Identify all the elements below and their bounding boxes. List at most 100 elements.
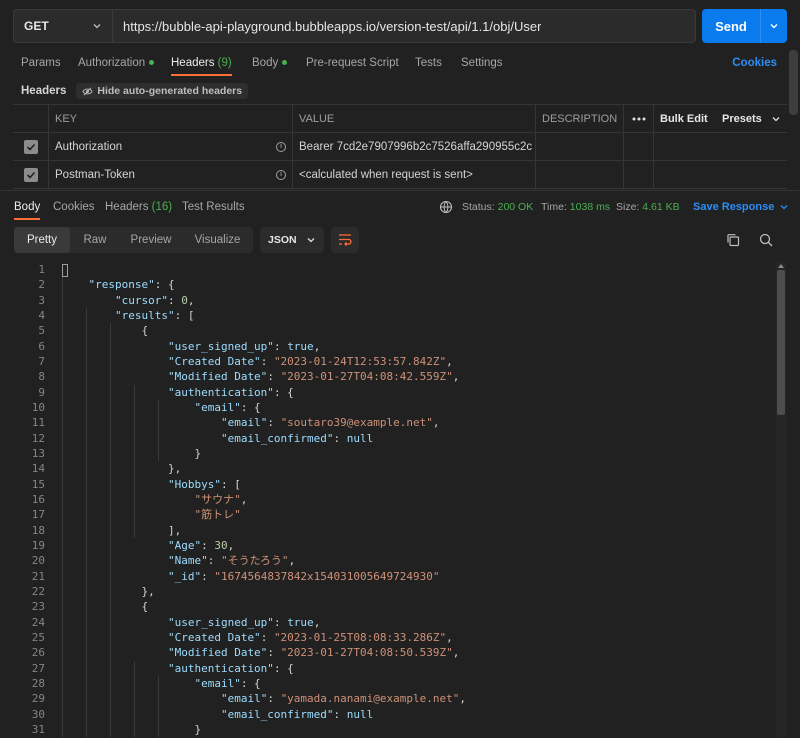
- code-token: ],: [62, 523, 182, 537]
- tab-response-cookies[interactable]: Cookies: [53, 196, 95, 218]
- header-description-cell[interactable]: [536, 133, 624, 160]
- code-token: ,: [227, 538, 235, 552]
- more-options-button[interactable]: [624, 105, 654, 132]
- word-wrap-button[interactable]: [331, 227, 359, 253]
- code-line: 5 {: [0, 323, 775, 338]
- code-token: "user_signed_up": [167, 339, 274, 353]
- scrollbar-thumb[interactable]: [777, 270, 785, 415]
- code-text: {: [45, 599, 148, 614]
- chevron-down-icon: [772, 116, 780, 121]
- size-readout[interactable]: Size: 4.61 KB: [616, 196, 680, 218]
- info-icon[interactable]: i: [276, 169, 286, 180]
- header-key-cell[interactable]: Postman-Token i: [49, 161, 293, 188]
- code-line: 22 },: [0, 584, 775, 599]
- presets-dropdown[interactable]: Presets: [716, 105, 787, 132]
- globe-icon[interactable]: [439, 200, 453, 214]
- headers-subheader: Headers Hide auto-generated headers: [21, 82, 249, 100]
- indent-guide: [86, 307, 87, 738]
- tab-test-results[interactable]: Test Results: [182, 196, 245, 218]
- tab-response-headers[interactable]: Headers (16): [105, 196, 172, 218]
- chevron-down-icon: [307, 238, 315, 243]
- editor-scrollbar[interactable]: [776, 262, 786, 738]
- view-preview-button[interactable]: Preview: [120, 227, 182, 253]
- tab-settings[interactable]: Settings: [461, 50, 503, 76]
- tab-tests[interactable]: Tests: [415, 50, 442, 76]
- code-text: "authentication": {: [45, 385, 294, 400]
- code-text: "results": [: [45, 308, 194, 323]
- bulk-edit-button[interactable]: Bulk Edit: [654, 105, 716, 132]
- view-visualize-button[interactable]: Visualize: [182, 227, 253, 253]
- line-number: 19: [31, 538, 45, 552]
- panel-scrollbar[interactable]: [789, 50, 798, 115]
- size-label: Size:: [616, 201, 640, 213]
- method-select[interactable]: GET: [14, 10, 113, 42]
- view-pretty-button[interactable]: Pretty: [14, 227, 70, 253]
- tab-response-body[interactable]: Body: [14, 196, 41, 220]
- indent-guide: [62, 277, 63, 738]
- hide-auto-headers-button[interactable]: Hide auto-generated headers: [76, 83, 249, 99]
- scroll-up-icon[interactable]: [778, 264, 784, 268]
- tab-pre-request-script[interactable]: Pre-request Script: [306, 50, 399, 76]
- header-value-cell[interactable]: Bearer 7cd2e7907996b2c7526affa290955c2c: [293, 133, 536, 160]
- code-token: null: [346, 707, 374, 721]
- indent-guide: [158, 675, 159, 738]
- status-dot-icon: [149, 60, 155, 66]
- code-text: "サウナ",: [45, 492, 247, 507]
- code-token: "Modified Date": [167, 646, 268, 660]
- header-key-cell[interactable]: Authorization i: [49, 133, 293, 160]
- response-tabs: Body Cookies Headers (16) Test Results S…: [0, 196, 800, 220]
- code-line: 9 "authentication": {: [0, 385, 775, 400]
- cookies-link[interactable]: Cookies: [732, 50, 777, 76]
- code-token: :: [273, 339, 288, 353]
- status-readout[interactable]: Status: 200 OK: [462, 196, 533, 218]
- copy-icon[interactable]: [726, 233, 740, 247]
- header-description-cell[interactable]: [536, 161, 624, 188]
- code-token: :: [260, 354, 274, 368]
- tab-label: Tests: [415, 57, 442, 69]
- code-line: 2 "response": {: [0, 277, 775, 292]
- line-number: 28: [31, 676, 45, 690]
- time-readout[interactable]: Time: 1038 ms: [541, 196, 610, 218]
- code-line: 27 "authentication": {: [0, 661, 775, 676]
- panel-divider[interactable]: [0, 190, 800, 191]
- tab-params[interactable]: Params: [21, 50, 61, 76]
- tab-authorization[interactable]: Authorization: [78, 50, 155, 76]
- tab-headers[interactable]: Headers (9): [171, 50, 232, 76]
- code-line: 1: [0, 262, 775, 277]
- format-select[interactable]: JSON: [260, 227, 324, 253]
- send-button[interactable]: Send: [702, 9, 787, 43]
- code-token: :: [201, 538, 215, 552]
- header-key: Postman-Token: [55, 168, 135, 181]
- response-body-editor[interactable]: 12 "response": {3 "cursor": 0, 4 "results…: [0, 262, 775, 738]
- view-raw-button[interactable]: Raw: [70, 227, 120, 253]
- send-options-button[interactable]: [760, 9, 787, 43]
- tab-body[interactable]: Body: [252, 50, 288, 76]
- chevron-down-icon: [770, 24, 778, 29]
- code-token: "email": [220, 692, 268, 706]
- indent-guide: [134, 384, 135, 477]
- row-checkbox[interactable]: [13, 133, 49, 160]
- line-number: 5: [38, 324, 45, 338]
- save-response-button[interactable]: Save Response: [693, 196, 789, 218]
- code-token: :: [267, 370, 281, 384]
- time-label: Time:: [541, 201, 567, 213]
- code-text: "Modified Date": "2023-01-27T04:08:50.53…: [45, 645, 459, 660]
- header-value-cell[interactable]: <calculated when request is sent>: [293, 161, 536, 188]
- code-text: "email_confirmed": null: [45, 431, 373, 446]
- code-token: "Created Date": [167, 354, 261, 368]
- line-number: 13: [31, 446, 45, 460]
- code-line: 12 "email_confirmed": null: [0, 431, 775, 446]
- code-text: {: [45, 323, 148, 338]
- line-number: 12: [31, 431, 45, 445]
- info-icon[interactable]: i: [276, 141, 286, 152]
- code-token: "2023-01-27T04:08:50.539Z": [280, 646, 453, 660]
- url-input[interactable]: https://bubble-api-playground.bubbleapps…: [113, 19, 541, 34]
- code-token: }: [62, 722, 202, 736]
- row-checkbox[interactable]: [13, 161, 49, 188]
- code-token: ,: [313, 339, 321, 353]
- search-icon[interactable]: [759, 233, 773, 247]
- code-token: :: [333, 431, 347, 445]
